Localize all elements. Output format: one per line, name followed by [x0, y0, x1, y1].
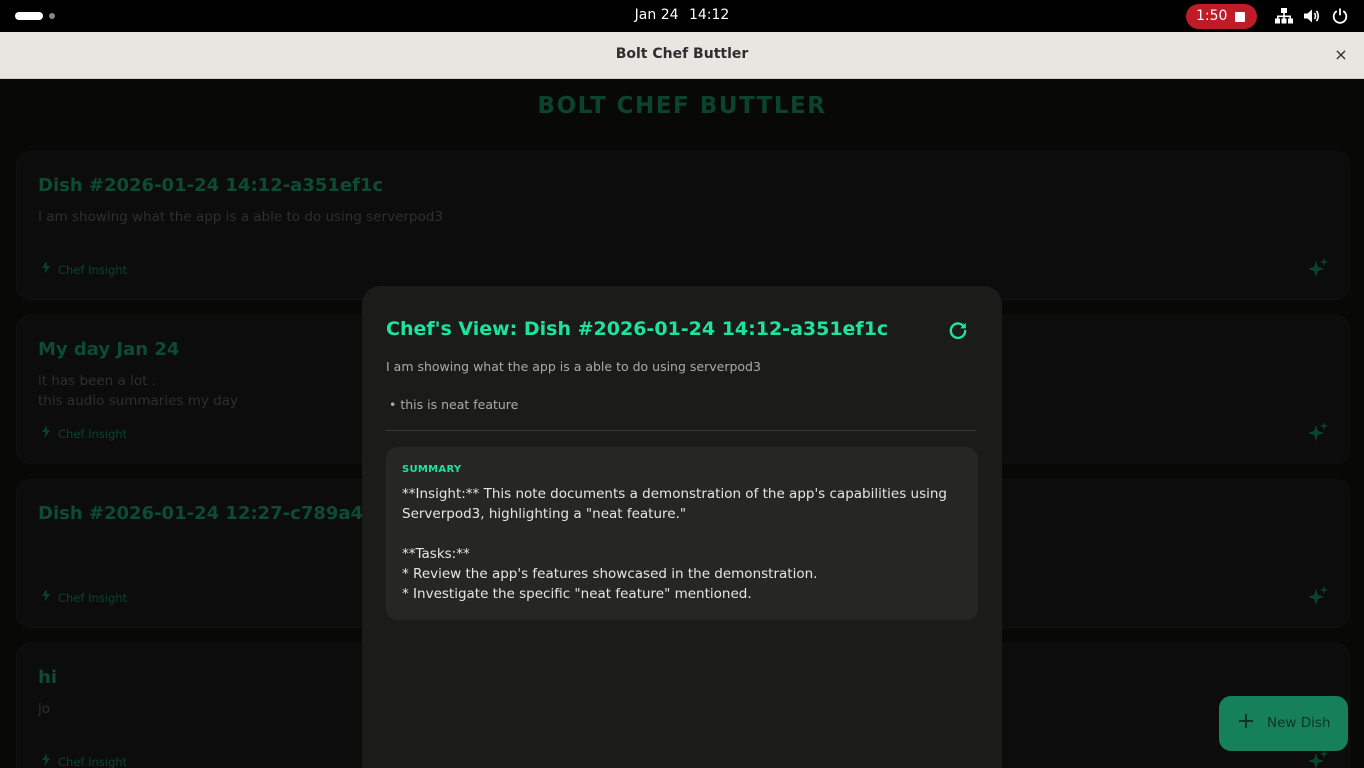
clock-date: Jan 24: [634, 7, 679, 23]
summary-text: **Insight:** This note documents a demon…: [402, 486, 948, 602]
plus-icon: [1239, 714, 1253, 728]
new-dish-button[interactable]: New Dish: [1219, 696, 1348, 751]
network-icon[interactable]: [1275, 7, 1293, 25]
summary-panel: SUMMARY **Insight:** This note documents…: [386, 447, 978, 620]
system-top-bar: Jan 24 14:12 1:50: [0, 0, 1364, 32]
window-title: Bolt Chef Buttler: [615, 46, 749, 62]
volume-icon[interactable]: [1303, 7, 1321, 25]
clock-time: 14:12: [688, 7, 730, 23]
app-content: BOLT CHEF BUTTLER Dish #2026-01-24 14:12…: [0, 79, 1364, 768]
stop-icon: [1235, 12, 1245, 22]
power-icon[interactable]: [1331, 7, 1349, 25]
close-icon[interactable]: ×: [1332, 46, 1350, 64]
recording-time: 1:50: [1196, 8, 1228, 24]
modal-bullet-item: • this is neat feature: [389, 397, 519, 412]
window-titlebar: Bolt Chef Buttler ×: [0, 32, 1364, 79]
clock[interactable]: Jan 24 14:12: [0, 7, 1364, 23]
chef-view-modal: Chef's View: Dish #2026-01-24 14:12-a351…: [362, 286, 1002, 768]
modal-divider: [386, 430, 976, 431]
summary-label: SUMMARY: [402, 464, 462, 475]
modal-description: I am showing what the app is a able to d…: [386, 359, 761, 374]
modal-title: Chef's View: Dish #2026-01-24 14:12-a351…: [386, 318, 889, 340]
new-dish-label: New Dish: [1267, 715, 1331, 731]
refresh-icon[interactable]: [946, 319, 970, 343]
screen-recording-indicator[interactable]: 1:50: [1186, 4, 1257, 29]
